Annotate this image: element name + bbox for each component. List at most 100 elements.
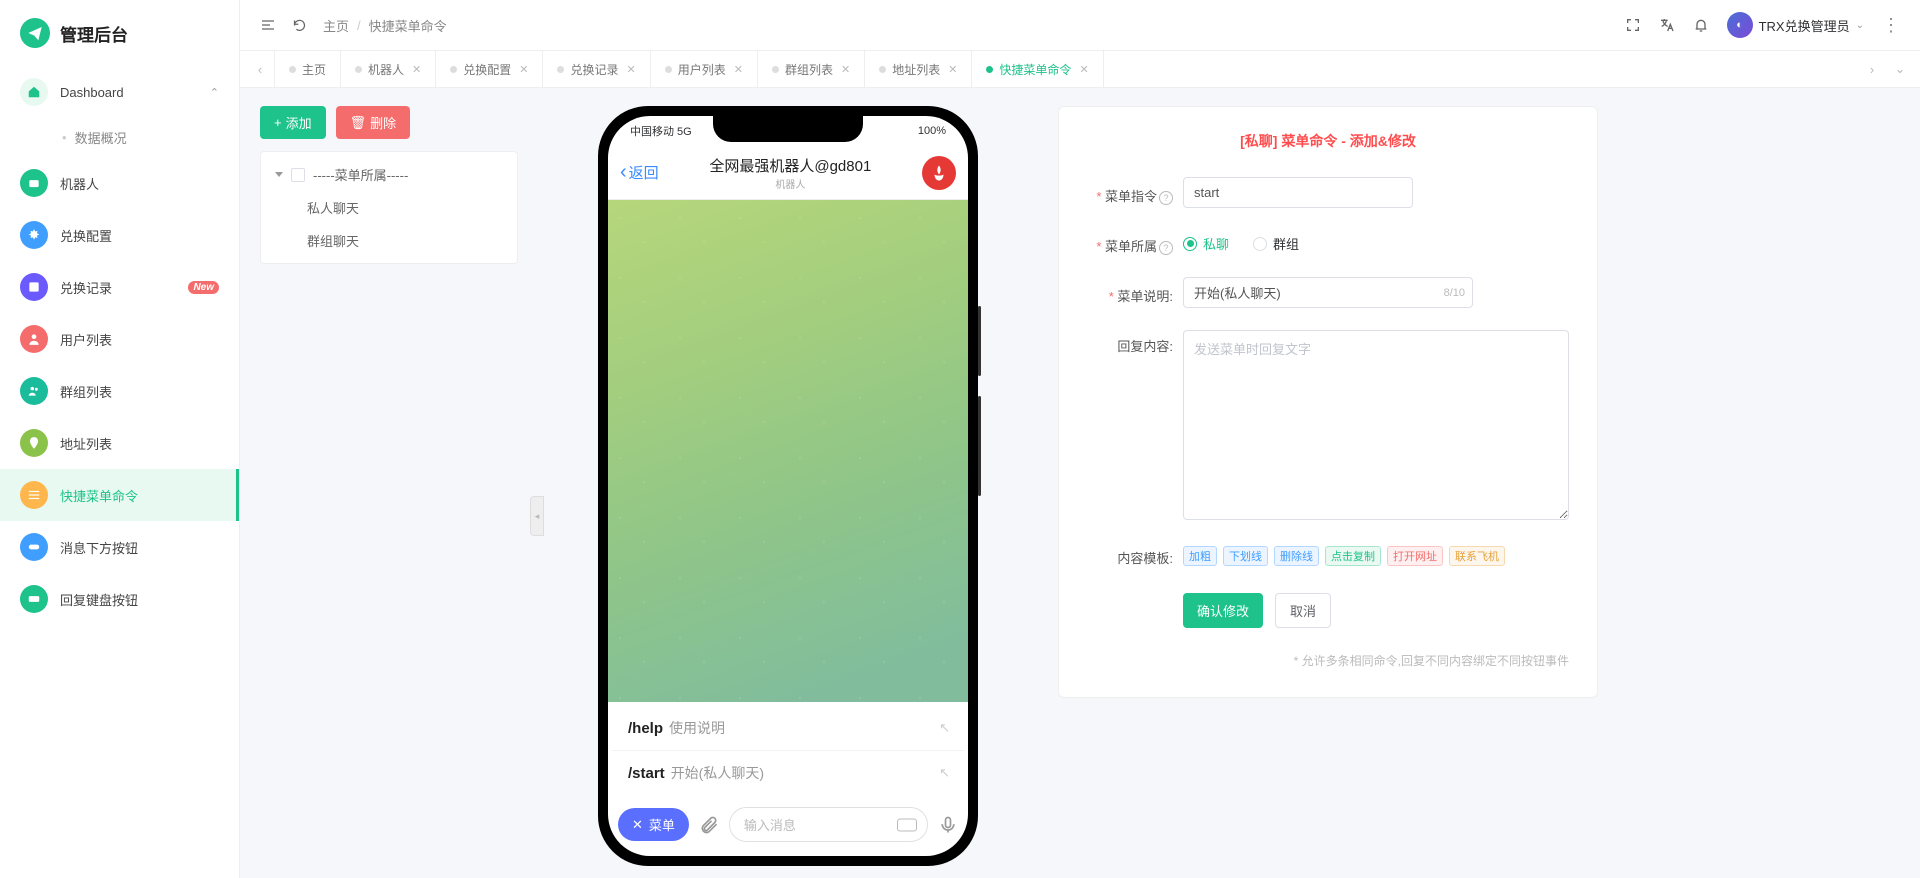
close-icon[interactable]: ✕ [948, 63, 957, 76]
sidebar-item-dashboard[interactable]: Dashboard ⌃ [0, 66, 239, 118]
back-label: 返回 [629, 162, 659, 183]
close-icon[interactable]: ✕ [841, 63, 850, 76]
tab-home[interactable]: 主页 [274, 51, 341, 87]
sidebar-item-msg-buttons[interactable]: 消息下方按钮 [0, 521, 239, 573]
template-underline[interactable]: 下划线 [1223, 546, 1268, 566]
button-label: 添加 [286, 113, 312, 132]
plus-icon: + [274, 115, 282, 130]
tab-robot[interactable]: 机器人 ✕ [341, 51, 436, 87]
collapse-sidebar-icon[interactable] [260, 17, 276, 33]
reply-textarea[interactable] [1183, 330, 1569, 520]
trash-icon: 🗑 [350, 115, 367, 131]
template-url[interactable]: 打开网址 [1387, 546, 1443, 566]
button-icon [20, 533, 48, 561]
sidebar-item-label: 地址列表 [60, 434, 112, 453]
add-button[interactable]: + 添加 [260, 106, 326, 139]
avatar: ◐ [1727, 12, 1753, 38]
button-label: 删除 [370, 113, 396, 132]
attach-icon[interactable] [699, 815, 719, 835]
tabs-next[interactable]: › [1858, 51, 1886, 87]
tab-exchange-config[interactable]: 兑换配置✕ [436, 51, 543, 87]
close-icon[interactable]: ✕ [412, 63, 421, 76]
tab-label: 兑换记录 [570, 61, 618, 78]
mic-icon[interactable] [938, 815, 958, 835]
sidebar-item-exchange-config[interactable]: 兑换配置 [0, 209, 239, 261]
template-bold[interactable]: 加粗 [1183, 546, 1217, 566]
tabs-menu[interactable]: ⌄ [1886, 51, 1914, 87]
command-item[interactable]: /start 开始(私人聊天) ↖ [612, 751, 964, 795]
confirm-button[interactable]: 确认修改 [1183, 593, 1263, 628]
refresh-icon[interactable] [292, 18, 307, 33]
tree-item-group[interactable]: 群组聊天 [261, 224, 517, 257]
command-input[interactable] [1183, 177, 1413, 208]
fullscreen-icon[interactable] [1625, 17, 1641, 33]
sidebar-item-keyboard-buttons[interactable]: 回复键盘按钮 [0, 573, 239, 625]
sidebar-item-label: 数据概况 [75, 128, 127, 147]
breadcrumb-home[interactable]: 主页 [323, 16, 349, 35]
sidebar-item-group-list[interactable]: 群组列表 [0, 365, 239, 417]
tab-exchange-log[interactable]: 兑换记录 ✕ [543, 51, 650, 87]
sidebar-item-label: 群组列表 [60, 382, 112, 401]
help-icon[interactable]: ? [1159, 191, 1173, 205]
template-strike[interactable]: 删除线 [1274, 546, 1319, 566]
sidebar-item-address-list[interactable]: 地址列表 [0, 417, 239, 469]
tab-user-list[interactable]: 用户列表✕ [651, 51, 758, 87]
menu-button[interactable]: ✕ 菜单 [618, 808, 689, 841]
tab-quick-menu[interactable]: 快捷菜单命令 ✕ [972, 51, 1103, 87]
sidebar-item-data-overview[interactable]: 数据概况 [0, 118, 239, 157]
tab-group-list[interactable]: 群组列表✕ [758, 51, 865, 87]
caret-down-icon [275, 172, 283, 177]
back-button[interactable]: ‹ 返回 [620, 161, 659, 184]
location-icon [20, 429, 48, 457]
content: + 添加 🗑删除 -----菜单所属----- 私人聊天 [240, 88, 1920, 878]
tabs-prev[interactable]: ‹ [246, 51, 274, 87]
button-label: 确认修改 [1197, 601, 1249, 620]
sidebar-item-quick-menu[interactable]: 快捷菜单命令 [0, 469, 239, 521]
radio-private[interactable]: 私聊 [1183, 234, 1229, 253]
close-icon[interactable]: ✕ [1079, 63, 1088, 76]
cancel-button[interactable]: 取消 [1275, 593, 1331, 628]
close-icon[interactable]: ✕ [627, 63, 636, 76]
new-badge: New [188, 281, 219, 294]
delete-button[interactable]: 🗑删除 [336, 106, 411, 139]
checkbox[interactable] [291, 168, 305, 182]
sidebar-item-label: 快捷菜单命令 [60, 486, 138, 505]
drag-handle[interactable]: ◂ [530, 496, 544, 536]
chat-header: ‹ 返回 全网最强机器人@gd801 机器人 [608, 146, 968, 200]
sidebar-item-exchange-log[interactable]: 兑换记录 New [0, 261, 239, 313]
tree-root[interactable]: -----菜单所属----- [261, 158, 517, 191]
message-input[interactable]: 输入消息 [729, 807, 928, 842]
template-contact[interactable]: 联系飞机 [1449, 546, 1505, 566]
command-key: /start [628, 765, 665, 782]
tab-address-list[interactable]: 地址列表✕ [865, 51, 972, 87]
keyboard-icon [20, 585, 48, 613]
brand-logo-icon [20, 18, 50, 48]
sidebar-item-robot[interactable]: 机器人 [0, 157, 239, 209]
template-copy[interactable]: 点击复制 [1325, 546, 1381, 566]
bell-icon[interactable] [1693, 17, 1709, 33]
sidebar-item-user-list[interactable]: 用户列表 [0, 313, 239, 365]
command-item[interactable]: /help 使用说明 ↖ [612, 706, 964, 751]
tab-label: 快捷菜单命令 [999, 61, 1071, 78]
radio-group[interactable]: 群组 [1253, 234, 1299, 253]
command-key: /help [628, 720, 663, 737]
chat-title: 全网最强机器人@gd801 [667, 155, 914, 176]
user-menu[interactable]: ◐ TRX兑换管理员 ⌄ [1727, 12, 1864, 38]
label-command: 菜单指令? [1087, 180, 1173, 205]
label-belong: 菜单所属? [1087, 230, 1173, 255]
tab-label: 机器人 [368, 61, 404, 78]
help-icon[interactable]: ? [1159, 241, 1173, 255]
sidebar-item-label: 回复键盘按钮 [60, 590, 138, 609]
home-icon [20, 78, 48, 106]
chevron-up-icon: ⌃ [210, 86, 219, 99]
close-icon[interactable]: ✕ [519, 63, 528, 76]
desc-input[interactable] [1183, 277, 1473, 308]
close-icon[interactable]: ✕ [734, 63, 743, 76]
list-icon [20, 273, 48, 301]
translate-icon[interactable] [1659, 17, 1675, 33]
phone-side-button [978, 396, 981, 496]
sidebar-item-label: 机器人 [60, 174, 99, 193]
bot-avatar-icon [922, 156, 956, 190]
more-icon[interactable]: ⋮ [1882, 15, 1900, 36]
tree-item-private[interactable]: 私人聊天 [261, 191, 517, 224]
